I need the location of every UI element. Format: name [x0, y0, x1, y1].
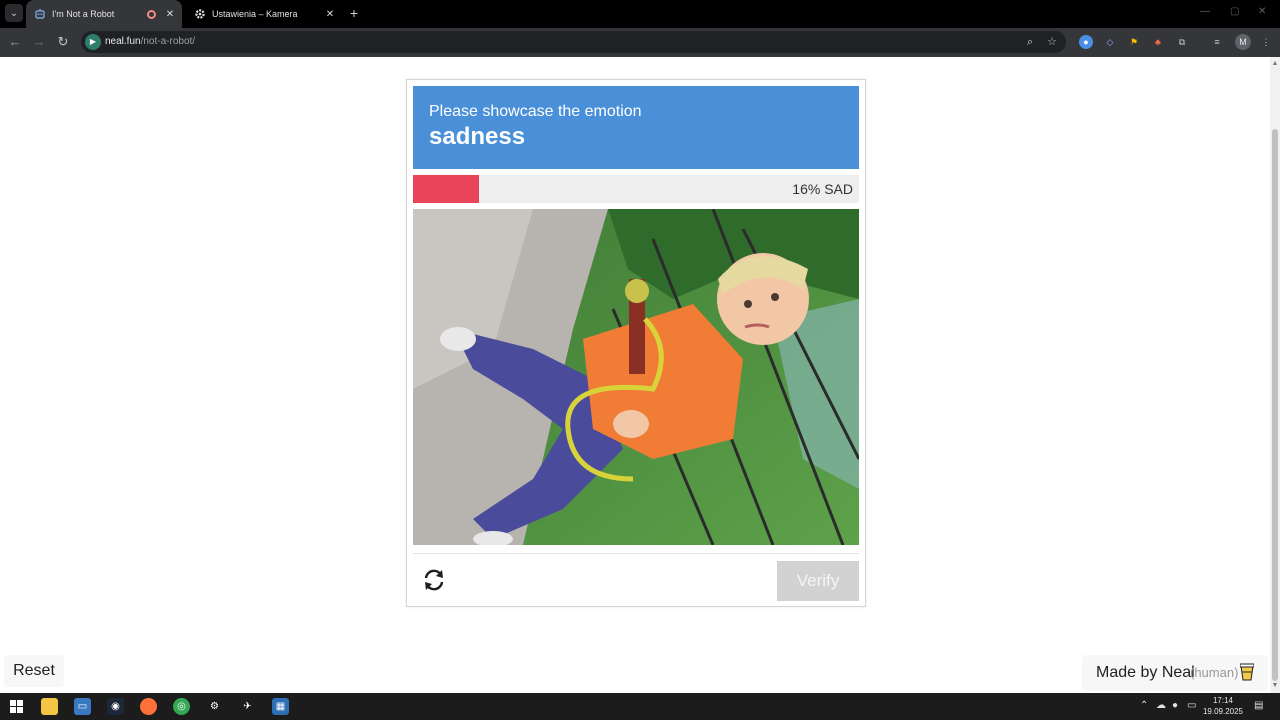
made-by-badge[interactable]: Made by Neal (human)	[1082, 655, 1268, 691]
clock-time: 17:14	[1212, 696, 1234, 705]
extensions-puzzle-icon[interactable]: ⧉	[1175, 35, 1189, 49]
forward-arrow-icon[interactable]: →	[31, 34, 47, 50]
os-taskbar: ▭ ◉ ◎ ⚙ ✈ ▦ ⌃ ☁ ● ▭ 17:14 19.09.2025 ▤	[0, 693, 1280, 720]
profile-avatar[interactable]: M	[1235, 34, 1251, 50]
extension-fox-icon[interactable]: ♣	[1151, 35, 1165, 49]
media-queue-icon[interactable]: ≡	[1210, 35, 1224, 49]
app-icon[interactable]: ✈	[239, 698, 256, 715]
coffee-cup-icon	[1239, 663, 1255, 681]
page-viewport: Please showcase the emotion sadness 16% …	[0, 57, 1270, 693]
address-bar[interactable]: ▶ neal.fun/not-a-robot/ ⌕ ☆	[81, 31, 1066, 53]
file-explorer-icon[interactable]	[41, 698, 58, 715]
tab-strip: ⌄ I'm Not a Robot ✕ Ustawienia – Kamera …	[0, 0, 1280, 28]
computer-app-icon[interactable]: ▭	[74, 698, 91, 715]
captcha-card: Please showcase the emotion sadness 16% …	[406, 79, 866, 607]
scroll-up-icon[interactable]: ▲	[1270, 59, 1280, 69]
browser-toolbar: ← → ↻ ▶ neal.fun/not-a-robot/ ⌕ ☆ ● ◇ ⚑ …	[0, 28, 1280, 57]
tab-title: I'm Not a Robot	[52, 9, 115, 19]
site-info-camera-icon[interactable]: ▶	[85, 34, 101, 50]
onedrive-cloud-icon[interactable]: ☁	[1156, 700, 1166, 711]
extension-drop-icon[interactable]: ◇	[1103, 35, 1117, 49]
emotion-meter-fill	[413, 175, 479, 203]
robot-favicon-icon	[34, 8, 46, 20]
refresh-icon[interactable]	[421, 567, 447, 593]
tray-expand-icon[interactable]: ⌃	[1140, 700, 1148, 711]
prompt-header: Please showcase the emotion sadness	[413, 86, 859, 169]
minimize-icon[interactable]: —	[1200, 6, 1210, 17]
maximize-icon[interactable]: ▢	[1230, 6, 1239, 17]
page-scrollbar[interactable]: ▲ ▼	[1270, 57, 1280, 693]
close-tab-icon[interactable]: ✕	[324, 9, 336, 20]
made-by-text: Made by Neal	[1096, 664, 1195, 681]
clock-date: 19.09.2025	[1202, 707, 1244, 716]
bookmark-star-icon[interactable]: ☆	[1044, 34, 1060, 50]
tab-search-chevron-icon[interactable]: ⌄	[5, 4, 23, 22]
new-tab-plus-icon[interactable]: +	[346, 4, 362, 22]
microphone-icon[interactable]: ●	[1172, 700, 1178, 711]
extension-1-icon[interactable]: ●	[1079, 35, 1093, 49]
extension-flag-icon[interactable]: ⚑	[1127, 35, 1141, 49]
footer-divider	[413, 553, 859, 554]
reload-icon[interactable]: ↻	[55, 34, 71, 50]
kebab-menu-icon[interactable]: ⋮	[1259, 35, 1273, 49]
emotion-meter: 16% SAD	[413, 175, 859, 203]
emotion-meter-label: 16% SAD	[792, 181, 853, 197]
tab-camera-settings[interactable]: Ustawienia – Kamera ✕	[186, 0, 342, 28]
chrome-icon[interactable]: ◎	[173, 698, 190, 715]
recording-indicator-icon	[147, 9, 156, 19]
calculator-icon[interactable]: ▦	[272, 698, 289, 715]
tab-not-a-robot[interactable]: I'm Not a Robot ✕	[26, 0, 182, 28]
camera-feed-image	[413, 209, 859, 545]
settings-gear-icon[interactable]: ⚙	[206, 698, 223, 715]
steam-icon[interactable]: ◉	[107, 698, 124, 715]
verify-button[interactable]: Verify	[777, 561, 859, 601]
system-clock[interactable]: 17:14 19.09.2025	[1200, 695, 1246, 717]
back-arrow-icon[interactable]: ←	[7, 34, 23, 50]
close-window-icon[interactable]: ✕	[1258, 6, 1266, 17]
gear-favicon-icon	[194, 8, 206, 20]
scroll-down-icon[interactable]: ▼	[1270, 681, 1280, 691]
scroll-thumb[interactable]	[1272, 129, 1278, 681]
network-icon[interactable]: ▭	[1187, 700, 1196, 711]
prompt-instruction: Please showcase the emotion	[429, 103, 642, 120]
close-tab-icon[interactable]: ✕	[164, 9, 176, 20]
firefox-icon[interactable]	[140, 698, 157, 715]
human-tag: (human)	[1190, 665, 1239, 680]
prompt-emotion: sadness	[429, 123, 526, 150]
reset-button[interactable]: Reset	[4, 655, 64, 687]
notifications-icon[interactable]: ▤	[1254, 700, 1263, 711]
url-text: neal.fun/not-a-robot/	[105, 36, 196, 47]
windows-start-icon[interactable]	[8, 698, 25, 715]
zoom-icon[interactable]: ⌕	[1022, 34, 1038, 50]
tab-title: Ustawienia – Kamera	[212, 9, 298, 19]
